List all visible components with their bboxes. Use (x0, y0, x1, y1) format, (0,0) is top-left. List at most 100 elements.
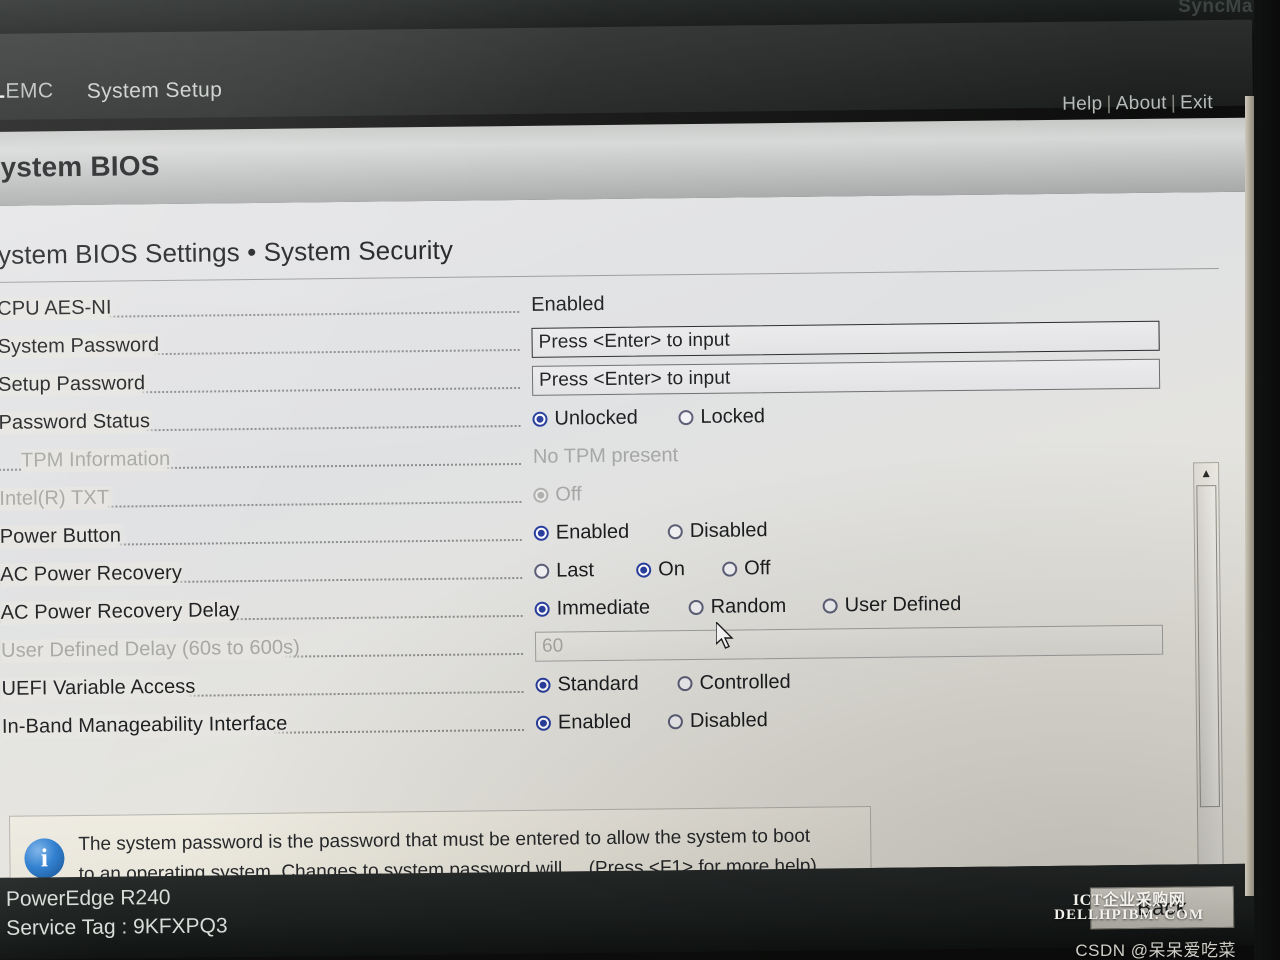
setting-label-area: Setup Password (0, 364, 521, 408)
setting-label-area: Intel(R) TXT (0, 478, 522, 522)
setting-input-value: Press <Enter> to input (538, 329, 730, 353)
breadcrumb: System BIOS Settings • System Security (0, 234, 454, 271)
setting-label: Setup Password (0, 372, 152, 397)
setting-label-area: In-Band Manageability Interface (0, 706, 525, 750)
watermark-site-cn: ICT企业采购网 (1072, 892, 1186, 909)
radio-option[interactable]: Controlled (677, 670, 791, 695)
brand-light: EMC (5, 79, 54, 103)
radio-option[interactable]: Immediate (534, 596, 651, 621)
setting-label-area: UEFI Variable Access (0, 668, 524, 712)
setting-value-text: Enabled (531, 293, 605, 316)
radio-unselected-icon (678, 409, 694, 426)
setting-label-area: User Defined Delay (60s to 600s) (0, 630, 524, 674)
setting-label-area: AC Power Recovery (0, 554, 523, 598)
dell-emc-logo: LLEMC (0, 79, 54, 104)
radio-unselected-icon (822, 598, 838, 614)
setting-label: Power Button (0, 524, 128, 549)
mouse-cursor-icon (716, 622, 734, 649)
radio-option-label: Off (555, 483, 582, 506)
monitor-edge-highlight (1245, 96, 1254, 896)
radio-unselected-icon (677, 676, 693, 692)
header-nav: Help | About | Exit (1062, 92, 1213, 116)
nav-separator-2: | (1170, 92, 1177, 114)
bios-photo: SyncMas LLEMC System Setup Help | About | Ex… (0, 0, 1280, 960)
radio-unselected-icon (688, 599, 704, 616)
setting-label: Password Status (0, 410, 157, 435)
system-setup-header: LLEMC System Setup Help | About | Exit (0, 19, 1253, 120)
setting-label: System Password (0, 333, 166, 359)
scroll-up-arrow[interactable]: ▲ (1194, 463, 1218, 483)
setting-label: Intel(R) TXT (0, 486, 116, 511)
settings-list: CPU AES-NI Enabled System Password Press <E… (0, 280, 1194, 750)
settings-page: System BIOS Settings • System Security C… (0, 191, 1262, 941)
setting-label: CPU AES-NI (0, 296, 118, 321)
system-bios-banner: System BIOS (0, 117, 1254, 206)
radio-option[interactable]: Disabled (667, 709, 768, 733)
setting-label-area: Power Button (0, 516, 522, 560)
setting-label-area: Password Status (0, 402, 521, 446)
radio-option-label: Unlocked (554, 406, 639, 430)
setting-label: TPM Information (20, 447, 177, 473)
about-link[interactable]: About (1116, 93, 1167, 115)
banner-title: System BIOS (0, 150, 160, 184)
radio-option[interactable]: Random (688, 594, 787, 619)
setting-label-area: System Password (0, 326, 520, 370)
radio-selected-icon (534, 601, 550, 617)
setting-input-field[interactable]: Press <Enter> to input (531, 320, 1160, 358)
radio-option-label: Enabled (555, 520, 630, 544)
setting-value-area: Enabled Disabled (534, 700, 1194, 743)
radio-option-label: Disabled (689, 709, 768, 733)
radio-option[interactable]: Last (534, 559, 594, 583)
radio-selected-icon (533, 525, 549, 541)
radio-option[interactable]: On (636, 558, 685, 582)
system-model: PowerEdge R240 (5, 885, 171, 911)
app-title: System Setup (86, 78, 223, 103)
setting-input-field[interactable]: 60 (534, 624, 1164, 662)
radio-option-label: Locked (700, 405, 766, 428)
radio-option-label: Controlled (699, 670, 791, 694)
radio-option[interactable]: Unlocked (532, 407, 638, 431)
setting-label-area: CPU AES-NI (0, 288, 520, 332)
breadcrumb-divider (0, 268, 1219, 283)
radio-option-label: Random (710, 594, 787, 618)
watermark-site-domain: DELLHPIBM. COM (1054, 907, 1204, 923)
setting-input-field[interactable]: Press <Enter> to input (531, 358, 1161, 396)
radio-selected-icon (535, 677, 551, 693)
radio-unselected-icon (722, 561, 738, 577)
bios-screen: LLEMC System Setup Help | About | Exit Syste… (0, 12, 1265, 960)
watermark-site: ICT企业采购网 DELLHPIBM. COM (1054, 893, 1204, 923)
radio-option-label: Off (744, 557, 771, 580)
radio-option[interactable]: Disabled (667, 519, 768, 543)
radio-unselected-icon (534, 563, 550, 579)
radio-option-label: User Defined (844, 592, 962, 617)
setting-label-area: AC Power Recovery Delay (0, 592, 523, 636)
scrollbar-thumb[interactable] (1196, 485, 1220, 808)
radio-option[interactable]: Standard (535, 672, 639, 697)
exit-link[interactable]: Exit (1180, 92, 1213, 113)
setting-value-text: No TPM present (532, 444, 679, 468)
setting-label: AC Power Recovery Delay (0, 599, 246, 625)
radio-option[interactable]: Enabled (533, 520, 630, 545)
setting-label: UEFI Variable Access (1, 675, 202, 701)
radio-option-label: Immediate (556, 596, 651, 620)
setting-label-area: TPM Information (0, 440, 522, 484)
help-link[interactable]: Help (1062, 93, 1103, 114)
radio-unselected-icon (667, 524, 683, 540)
nav-separator-1: | (1106, 93, 1112, 115)
radio-option[interactable]: Enabled (535, 711, 632, 735)
radio-option[interactable]: Off (533, 483, 582, 507)
watermark-author: CSDN @呆呆爱吃菜 (1075, 941, 1236, 960)
radio-selected-icon (535, 715, 552, 731)
setting-label: AC Power Recovery (0, 561, 189, 587)
info-icon: i (24, 838, 65, 879)
setting-input-value: Press <Enter> to input (538, 367, 731, 391)
monitor-bezel-right (1254, 0, 1280, 960)
radio-option-label: Standard (557, 672, 639, 696)
radio-option[interactable]: Off (722, 557, 771, 581)
service-tag: Service Tag : 9KFXPQ3 (6, 914, 228, 940)
radio-unselected-icon (667, 714, 684, 730)
setting-label: User Defined Delay (60s to 600s) (0, 636, 307, 663)
radio-option[interactable]: Locked (678, 405, 765, 429)
radio-option[interactable]: User Defined (822, 592, 962, 618)
setting-input-value: 60 (541, 635, 564, 657)
